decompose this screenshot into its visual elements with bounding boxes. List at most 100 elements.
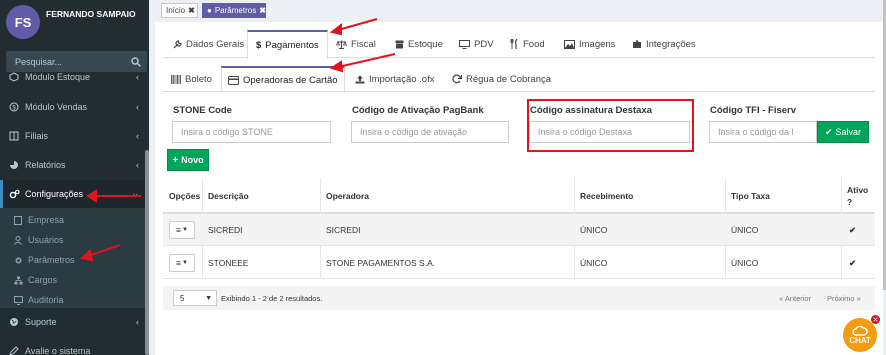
tab-imagens[interactable]: Imagens <box>556 30 623 58</box>
subtab-importacao-ofx[interactable]: Importação .ofx <box>349 66 440 92</box>
dollar-circle-icon: $ <box>9 102 23 112</box>
open-tab-label: Parâmetros <box>214 6 257 15</box>
cube-icon <box>9 72 23 82</box>
sidebar-item-label: Relatórios <box>25 160 66 170</box>
save-button-label: Salvar <box>835 127 862 137</box>
submenu-item-cargos[interactable]: Cargos <box>0 270 149 290</box>
row-options-cell: ≡ ▼ <box>169 214 195 246</box>
submenu-item-usuarios[interactable]: Usuários <box>0 230 149 250</box>
pagination-previous[interactable]: « Anterior <box>779 286 811 310</box>
header-active-line2: ? <box>847 197 853 207</box>
destaxa-code-input[interactable] <box>529 121 690 143</box>
stone-code-input[interactable] <box>172 121 331 143</box>
caret-down-icon: ▼ <box>182 260 188 266</box>
submenu-item-auditoria[interactable]: Auditoria <box>0 290 149 310</box>
close-icon[interactable]: ✖ <box>259 6 266 15</box>
per-page-select[interactable]: 5 ▼ <box>173 290 217 306</box>
configuracoes-submenu: Empresa Usuários Parâmetros Cargos Audit… <box>0 208 149 308</box>
header-description: Descrição <box>208 191 249 201</box>
tab-fiscal[interactable]: Fiscal <box>328 30 384 58</box>
tab-label: Integrações <box>646 38 696 50</box>
pagination-next[interactable]: Próximo » <box>827 286 861 310</box>
subtab-label: Operadoras de Cartão <box>243 74 338 86</box>
balance-icon <box>336 40 347 49</box>
subtab-boleto[interactable]: Boleto <box>165 66 218 92</box>
row-receipt: ÚNICO <box>580 258 608 268</box>
menu-icon: ≡ <box>176 258 181 268</box>
submenu-item-empresa[interactable]: Empresa <box>0 210 149 230</box>
submenu-item-label: Parâmetros <box>28 255 75 265</box>
gear-icon <box>14 256 28 265</box>
row-description: STONEEE <box>208 258 249 268</box>
submenu-item-label: Empresa <box>28 215 65 225</box>
sidebar-item-avalie[interactable]: Avalie o sistema <box>0 337 149 355</box>
fiserv-code-input[interactable] <box>709 121 817 143</box>
tab-label: Pagamentos <box>265 39 319 51</box>
cogs-icon <box>9 189 23 199</box>
open-tab-label: Início <box>166 6 186 15</box>
row-fee-type: ÚNICO <box>731 258 759 268</box>
sidebar-item-label: Módulo Estoque <box>25 72 91 82</box>
new-button-label: Novo <box>181 155 204 165</box>
tab-pdv[interactable]: PDV <box>451 30 502 58</box>
tab-label: Food <box>523 38 545 50</box>
chat-close-icon[interactable]: ✕ <box>871 315 880 324</box>
subtab-regua-de-cobranca[interactable]: Régua de Cobrança <box>446 66 557 92</box>
table-footer: 5 ▼ Exibindo 1 - 2 de 2 resultados. « An… <box>163 286 875 310</box>
sidebar-item-modulo-estoque[interactable]: Módulo Estoque ‹ <box>0 66 149 88</box>
table-row: ≡ ▼ SICREDI SICREDI ÚNICO ÚNICO ✔ <box>163 214 875 246</box>
sidebar-item-suporte[interactable]: Suporte ‹ <box>0 308 149 336</box>
chevron-left-icon: ‹ <box>136 102 139 112</box>
plus-icon: + <box>172 154 179 166</box>
tab-label: Estoque <box>408 38 443 50</box>
header-operator: Operadora <box>326 191 369 201</box>
tab-integracoes[interactable]: Integrações <box>624 30 704 58</box>
submenu-item-label: Auditoria <box>28 295 64 305</box>
row-operator: STONE PAGAMENTOS S.A. <box>326 258 436 268</box>
fiserv-code-label: Código TFI - Fiserv <box>710 105 797 116</box>
sidebar-item-modulo-vendas[interactable]: $ Módulo Vendas ‹ <box>0 93 149 121</box>
upload-icon <box>355 75 365 84</box>
globe-icon <box>9 317 23 327</box>
main-panel: Dados Gerais $ Pagamentos Fiscal Estoque… <box>155 22 883 355</box>
open-tab-inicio[interactable]: Início ✖ <box>161 3 198 18</box>
caret-down-icon: ▼ <box>182 227 188 233</box>
sidebar-item-filiais[interactable]: Filiais ‹ <box>0 122 149 150</box>
user-panel: FS FERNANDO SAMPAIO <box>0 0 149 44</box>
submenu-item-label: Usuários <box>28 235 64 245</box>
row-options-button[interactable]: ≡ ▼ <box>169 254 195 272</box>
subtab-operadoras-de-cartao[interactable]: Operadoras de Cartão <box>221 66 345 93</box>
chevron-left-icon: ‹ <box>136 131 139 141</box>
tab-pagamentos[interactable]: $ Pagamentos <box>247 30 328 59</box>
row-options-button[interactable]: ≡ ▼ <box>169 221 195 239</box>
new-button[interactable]: + Novo <box>167 149 209 171</box>
pagbank-code-input[interactable] <box>351 121 509 143</box>
tab-label: Dados Gerais <box>186 38 245 50</box>
credit-card-icon <box>228 75 239 85</box>
sidebar-scrollbar[interactable] <box>145 150 149 355</box>
box-icon <box>395 40 404 49</box>
sidebar-item-label: Avalie o sistema <box>25 346 91 355</box>
barcode-icon <box>171 74 181 84</box>
tab-estoque[interactable]: Estoque <box>387 30 451 58</box>
sidebar-item-configuracoes[interactable]: Configurações ⌄ <box>0 180 149 208</box>
submenu-item-parametros[interactable]: Parâmetros <box>0 250 149 270</box>
settings-tabs: Dados Gerais $ Pagamentos Fiscal Estoque… <box>163 30 875 59</box>
sidebar-item-relatorios[interactable]: Relatórios ‹ <box>0 151 149 179</box>
cloud-icon <box>852 325 868 336</box>
chevron-left-icon: ‹ <box>136 72 139 82</box>
open-tab-parametros[interactable]: ● Parâmetros ✖ <box>202 3 266 18</box>
sidebar-item-label: Módulo Vendas <box>25 102 88 112</box>
tab-label: Imagens <box>579 38 616 50</box>
chevron-left-icon: ‹ <box>136 317 139 327</box>
chevron-down-icon: ⌄ <box>131 188 139 199</box>
header-fee-type: Tipo Taxa <box>731 191 770 201</box>
close-icon[interactable]: ✖ <box>188 6 195 15</box>
tab-food[interactable]: Food <box>502 30 553 58</box>
header-active-line1: Ativo <box>847 185 869 195</box>
avatar[interactable]: FS <box>6 5 40 39</box>
tab-dados-gerais[interactable]: Dados Gerais <box>165 30 252 58</box>
check-icon: ✔ <box>824 126 833 137</box>
save-button[interactable]: ✔ Salvar <box>817 121 869 143</box>
payment-subtabs: Boleto Operadoras de Cartão Importação .… <box>163 66 875 93</box>
